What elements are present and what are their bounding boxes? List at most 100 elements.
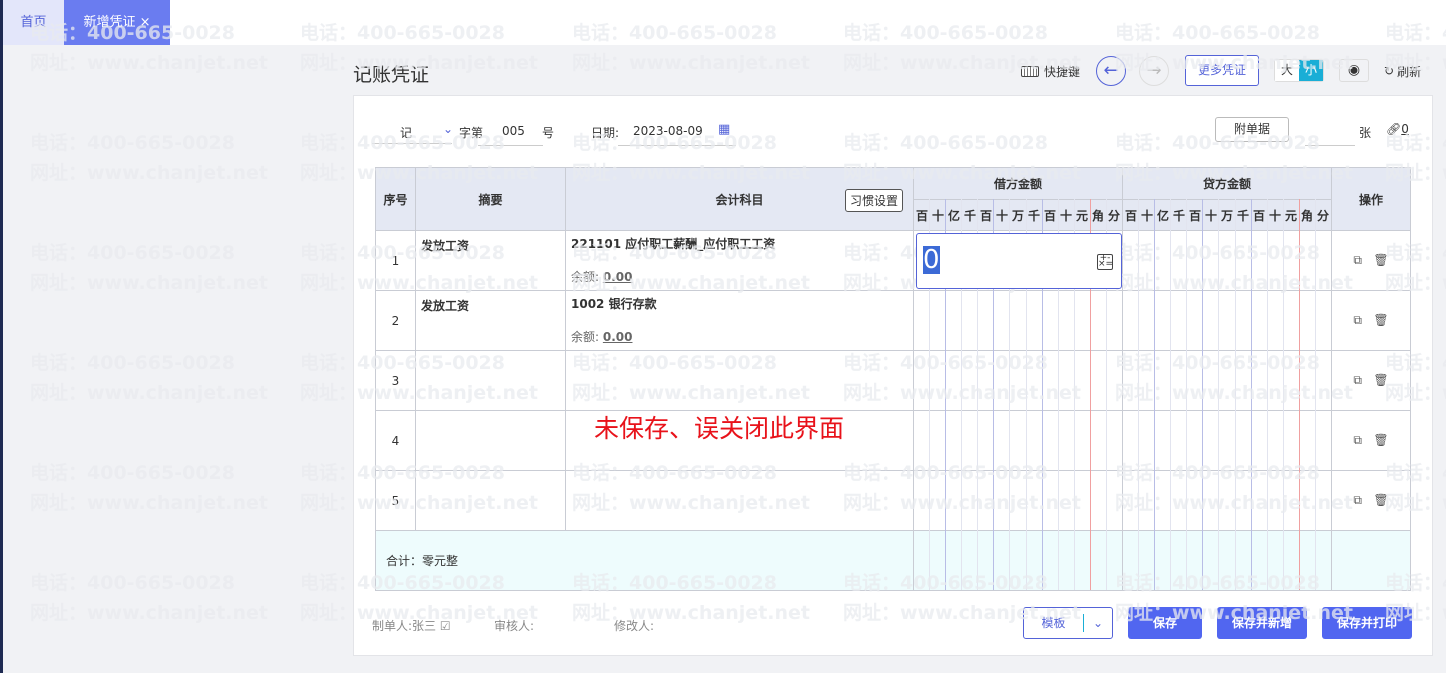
attachment-link[interactable]: 🔗︎0 — [1386, 122, 1409, 136]
next-voucher-button[interactable]: → — [1139, 56, 1169, 86]
voucher-number-input[interactable]: 005 — [502, 124, 525, 138]
digit-label: 十 — [1140, 208, 1153, 223]
digit-label: 十 — [995, 208, 1008, 223]
previous-voucher-button[interactable]: ← — [1096, 56, 1126, 86]
attach-unit: 张 — [1359, 126, 1372, 140]
shortcut-label: 快捷键 — [1044, 64, 1081, 79]
debit-amount-input[interactable]: 0 +- ×= — [916, 233, 1122, 289]
link-icon: 🔗︎ — [1386, 122, 1402, 136]
digit-gridline — [1170, 199, 1171, 590]
edit-icon[interactable]: ☑ — [440, 619, 451, 633]
habit-settings-button[interactable]: 习惯设置 — [844, 189, 903, 212]
digit-gridline — [1138, 199, 1139, 590]
refresh-button[interactable]: ↻ 刷新 — [1384, 55, 1421, 87]
digit-label: 千 — [1172, 208, 1185, 223]
digit-label: 元 — [1075, 208, 1088, 223]
attach-documents-button[interactable]: 附单据 — [1215, 117, 1289, 142]
close-icon[interactable]: × — [140, 15, 151, 30]
digit-label: 百 — [915, 208, 928, 223]
row-account-cell[interactable] — [565, 350, 914, 411]
copy-row-icon[interactable]: ⧉ — [1353, 493, 1362, 507]
digit-label: 万 — [1220, 208, 1233, 223]
watermark-text: 网址：www.chanjet.net — [30, 382, 268, 404]
digit-label: 十 — [931, 208, 944, 223]
row-ops: ⧉ 🗑︎ — [1331, 230, 1411, 291]
tab-new-voucher[interactable]: 新增凭证 × — [64, 0, 170, 45]
balance: 余额: 0.00 — [571, 330, 633, 344]
chevron-down-icon[interactable]: ⌄ — [1084, 608, 1112, 638]
copy-row-icon[interactable]: ⧉ — [1353, 433, 1362, 447]
refresh-label: 刷新 — [1397, 64, 1422, 79]
digit-label: 千 — [963, 208, 976, 223]
row-summary-cell[interactable]: 发放工资 — [415, 230, 566, 291]
auditor-label: 审核人: — [494, 619, 535, 633]
debit-amount-value: 0 — [923, 245, 940, 275]
row-seq: 2 — [375, 290, 416, 351]
copy-row-icon[interactable]: ⧉ — [1353, 253, 1362, 267]
watermark-text: 电话：400-665-0028 — [30, 351, 235, 374]
table-row: 1 发放工资 221101 应付职工薪酬_应付职工工资 余额: 0.00 ⧉ 🗑︎ — [375, 230, 1411, 291]
header-credit: 贷方金额 — [1122, 167, 1332, 200]
watermark-text: 网址：www.chanjet.net — [30, 162, 268, 184]
digit-gridline — [1299, 199, 1300, 590]
row-account-cell[interactable] — [565, 470, 914, 531]
digit-label: 十 — [1204, 208, 1217, 223]
arrow-right-icon: → — [1146, 60, 1162, 81]
digit-label: 分 — [1316, 208, 1329, 223]
delete-icon[interactable]: 🗑︎ — [1373, 313, 1388, 327]
delete-icon[interactable]: 🗑︎ — [1373, 373, 1388, 387]
template-label: 模板 — [1024, 614, 1084, 632]
left-sidebar-edge — [0, 0, 3, 673]
watermark-text: 网址：www.chanjet.net — [30, 272, 268, 294]
attach-count-input[interactable] — [1305, 145, 1355, 146]
table-row: 2 发放工资 1002 银行存款 余额: 0.00 ⧉ 🗑︎ — [375, 290, 1411, 351]
watermark-text: 电话：400-665-0028 — [30, 461, 235, 484]
date-input[interactable]: 2023-08-09 — [633, 124, 703, 138]
refresh-icon: ↻ — [1384, 64, 1395, 78]
save-button[interactable]: 保存 — [1128, 607, 1202, 639]
calculator-icon[interactable]: +- ×= — [1097, 254, 1113, 270]
row-seq: 3 — [375, 350, 416, 411]
digit-label: 角 — [1091, 208, 1104, 223]
header-ops: 操作 — [1331, 167, 1411, 231]
header-seq: 序号 — [375, 167, 416, 231]
copy-row-icon[interactable]: ⧉ — [1353, 373, 1362, 387]
warning-overlay-text: 未保存、误关闭此界面 — [594, 414, 845, 443]
delete-icon[interactable]: 🗑︎ — [1373, 253, 1388, 267]
tab-home[interactable]: 首页 — [3, 0, 64, 45]
row-summary-cell[interactable] — [415, 470, 566, 531]
copy-row-icon[interactable]: ⧉ — [1353, 313, 1362, 327]
page-title: 记账凭证 — [353, 64, 430, 86]
digit-gridline — [1267, 199, 1268, 590]
tab-bar — [3, 0, 1446, 45]
delete-icon[interactable]: 🗑︎ — [1373, 433, 1388, 447]
digit-label: 万 — [1011, 208, 1024, 223]
more-vouchers-button[interactable]: 更多凭证 — [1185, 55, 1259, 86]
calendar-icon[interactable]: ▦ — [718, 122, 730, 137]
digit-label: 十 — [1059, 208, 1072, 223]
row-account-cell[interactable]: 221101 应付职工薪酬_应付职工工资 余额: 0.00 — [565, 230, 914, 291]
save-and-new-button[interactable]: 保存并新增 — [1217, 607, 1307, 639]
view-toggle-button[interactable]: ◉ — [1339, 59, 1369, 82]
row-summary-cell[interactable] — [415, 350, 566, 411]
chevron-down-icon[interactable]: ⌄ — [443, 122, 453, 136]
size-small-option[interactable]: 小 — [1299, 60, 1323, 81]
table-row: 5 ⧉ 🗑︎ — [375, 470, 1411, 531]
template-dropdown[interactable]: 模板 ⌄ — [1023, 607, 1113, 639]
digit-label: 元 — [1284, 208, 1297, 223]
shortcut-button[interactable]: 快捷键 — [1021, 55, 1080, 87]
row-account-cell[interactable]: 1002 银行存款 余额: 0.00 — [565, 290, 914, 351]
delete-icon[interactable]: 🗑︎ — [1373, 493, 1388, 507]
watermark-text: 电话：400-665-0028 — [30, 131, 235, 154]
row-seq: 5 — [375, 470, 416, 531]
voucher-word[interactable]: 记 — [400, 124, 412, 141]
row-summary-cell[interactable]: 发放工资 — [415, 290, 566, 351]
eye-icon: ◉ — [1347, 62, 1361, 78]
digit-label: 分 — [1107, 208, 1120, 223]
row-summary-cell[interactable] — [415, 410, 566, 471]
arrow-left-icon: ← — [1103, 60, 1119, 81]
size-large-option[interactable]: 大 — [1275, 60, 1299, 81]
total-cell: 合计：零元整 — [375, 530, 914, 591]
balance: 余额: 0.00 — [571, 270, 633, 284]
save-and-print-button[interactable]: 保存并打印 — [1322, 607, 1412, 639]
